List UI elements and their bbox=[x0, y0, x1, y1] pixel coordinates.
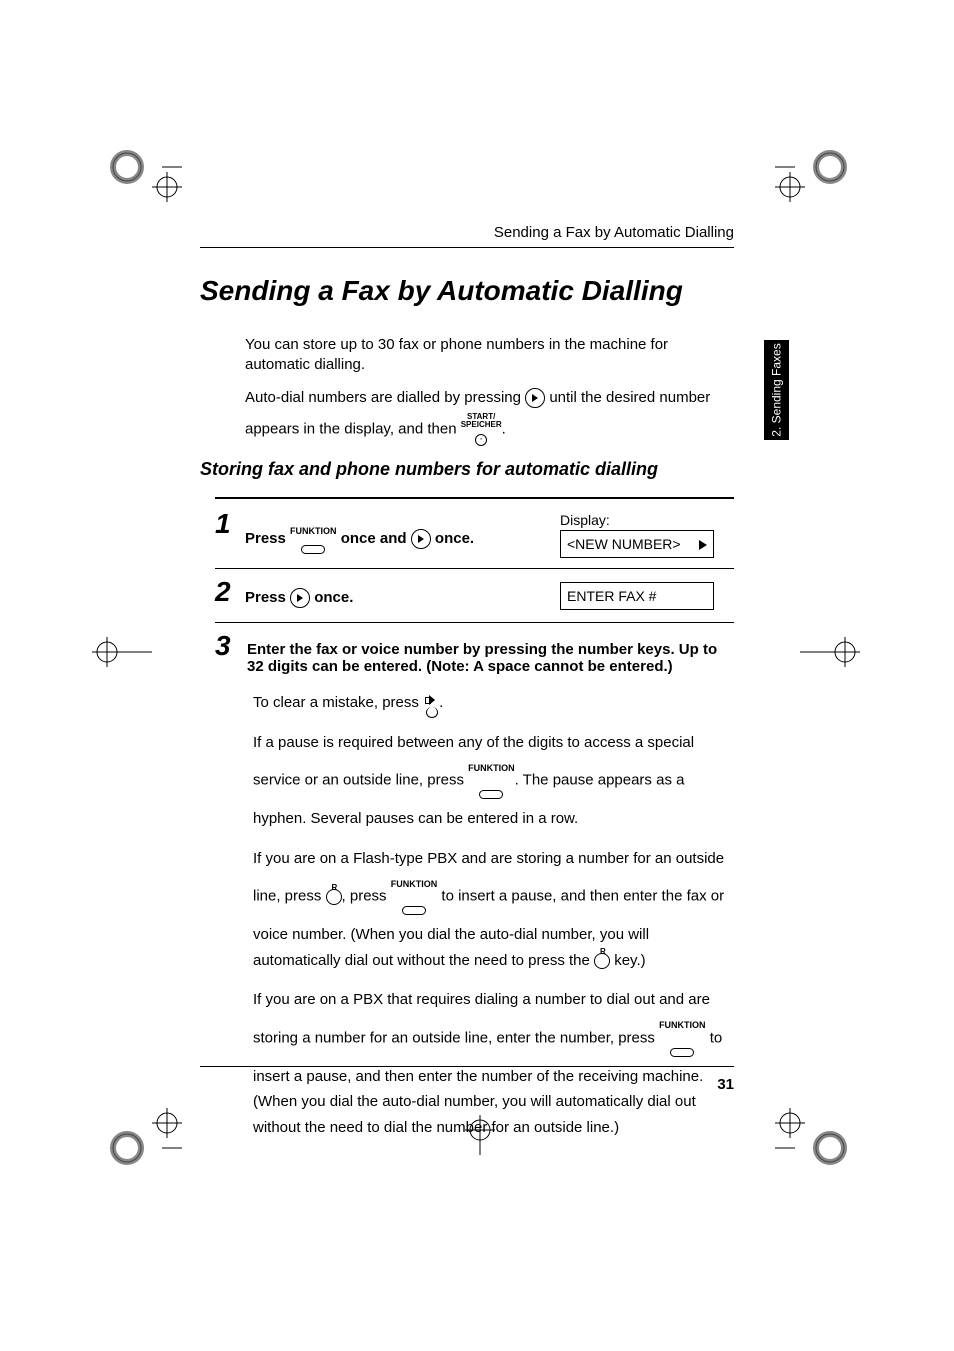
arrow-right-icon bbox=[695, 536, 707, 552]
registration-mark-mid-left bbox=[92, 632, 152, 672]
intro-paragraph-2: Auto-dial numbers are dialled by pressin… bbox=[245, 384, 734, 446]
funktion-key-icon: FUNKTION bbox=[290, 527, 337, 536]
step-3-flash-pbx: If you are on a Flash-type PBX and are s… bbox=[253, 846, 734, 974]
section-rule-2 bbox=[215, 568, 734, 569]
registration-mark-mid-right bbox=[800, 632, 860, 672]
step-3-clear-mistake: To clear a mistake, press . bbox=[253, 690, 734, 716]
arrow-right-key-icon bbox=[525, 388, 545, 408]
funktion-key-icon: FUNKTION bbox=[659, 1021, 706, 1030]
registration-mark-bottom-right bbox=[775, 1108, 865, 1178]
section-rule-3 bbox=[215, 622, 734, 623]
page-title: Sending a Fax by Automatic Dialling bbox=[200, 275, 734, 307]
r-key-icon: R bbox=[594, 953, 610, 969]
oval-button-icon bbox=[670, 1048, 694, 1057]
r-key-icon: R bbox=[326, 889, 342, 905]
intro-paragraph-1: You can store up to 30 fax or phone numb… bbox=[245, 335, 734, 374]
section-heading: Storing fax and phone numbers for automa… bbox=[200, 459, 734, 480]
section-rule-1 bbox=[215, 497, 734, 499]
footer-rule bbox=[200, 1066, 734, 1067]
step-3-pause-info: If a pause is required between any of th… bbox=[253, 730, 734, 832]
page-number: 31 bbox=[717, 1076, 734, 1093]
step-3-body: To clear a mistake, press . If a pause i… bbox=[253, 690, 734, 1154]
step-number-1: 1 bbox=[215, 508, 231, 540]
intro-body: You can store up to 30 fax or phone numb… bbox=[245, 335, 734, 446]
oval-button-icon bbox=[301, 545, 325, 554]
step-3-dial-pbx: If you are on a PBX that requires dialin… bbox=[253, 987, 734, 1140]
registration-mark-top-left bbox=[92, 132, 182, 202]
step-number-3: 3 bbox=[215, 630, 231, 662]
arrow-right-key-icon bbox=[411, 529, 431, 549]
side-tab-label: 2. Sending Faxes bbox=[770, 343, 784, 436]
oval-button-icon bbox=[479, 790, 503, 799]
lcd-display-step-1: <NEW NUMBER> bbox=[560, 530, 714, 558]
header-rule bbox=[200, 247, 734, 248]
oval-button-icon bbox=[402, 906, 426, 915]
running-head: Sending a Fax by Automatic Dialling bbox=[200, 224, 734, 241]
arrow-right-key-icon bbox=[290, 588, 310, 608]
lcd-display-text: ENTER FAX # bbox=[567, 588, 656, 604]
registration-mark-top-right bbox=[775, 132, 865, 202]
funktion-key-icon: FUNKTION bbox=[468, 764, 515, 773]
step-3-heading: Enter the fax or voice number by pressin… bbox=[247, 641, 734, 675]
start-speicher-key-icon: START/ SPEICHER ◦ bbox=[461, 413, 502, 446]
side-tab-sending-faxes: 2. Sending Faxes bbox=[764, 340, 789, 440]
speaker-key-icon bbox=[423, 695, 439, 711]
step-number-2: 2 bbox=[215, 576, 231, 608]
lcd-display-text: <NEW NUMBER> bbox=[567, 536, 681, 552]
lcd-display-step-2: ENTER FAX # bbox=[560, 582, 714, 610]
registration-mark-bottom-left bbox=[92, 1108, 182, 1178]
funktion-key-icon: FUNKTION bbox=[391, 880, 438, 889]
